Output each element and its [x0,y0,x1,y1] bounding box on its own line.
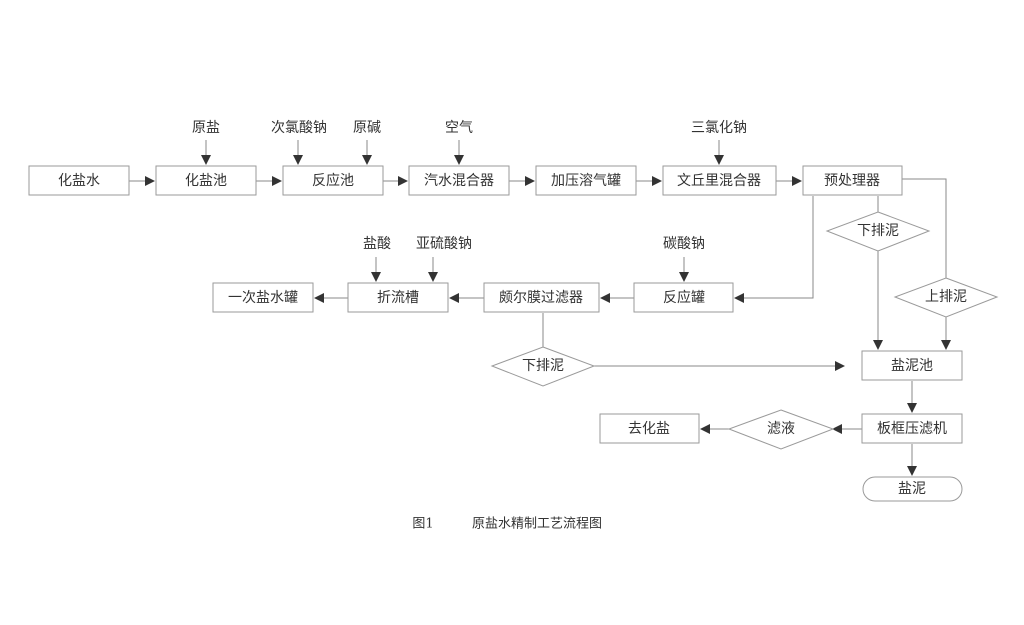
node-zheliucao: 折流槽 [347,282,449,313]
node-label: 化盐水 [58,173,100,189]
node-label: 去化盐 [628,421,670,437]
node-label: 反应池 [312,172,354,189]
input-yuanyan: 原盐 [192,120,220,136]
node-huayanchi: 化盐池 [155,165,257,196]
decision-label: 上排泥 [925,289,967,305]
node-bankuang-yalvji: 板框压滤机 [861,413,963,444]
node-label: 预处理器 [824,173,880,189]
decision-label: 滤液 [767,421,795,437]
node-label: 汽水混合器 [424,173,494,189]
node-label: 板框压滤机 [877,421,947,437]
input-kongqi: 空气 [445,120,473,136]
node-label: 折流槽 [377,290,419,306]
input-yaliusuanna: 亚硫酸钠 [416,236,472,252]
node-label: 反应罐 [663,289,705,306]
node-fanyingchi: 反应池 [282,165,384,196]
figure-title: 原盐水精制工艺流程图 [472,517,602,532]
decision-label: 下排泥 [857,223,899,239]
decision-xiapaini-2: 下排泥 [490,346,596,387]
node-label: 颇尔膜过滤器 [499,289,583,306]
decision-label: 下排泥 [522,358,564,374]
node-poer-mo-guolvqi: 颇尔膜过滤器 [483,282,600,313]
input-tansuanna: 碳酸钠 [663,236,705,252]
node-jiaya-rongqiguan: 加压溶气罐 [535,165,637,196]
node-label: 加压溶气罐 [551,173,621,189]
node-fanyingguan: 反应罐 [633,282,734,313]
node-qu-huayan: 去化盐 [599,413,700,444]
edge-yuchuli-fanyingguan [734,196,814,303]
node-yici-yanshuiguan: 一次盐水罐 [212,282,314,313]
figure-number: 图1 [412,517,433,532]
decision-lvye: 滤液 [727,409,835,450]
decision-xiapaini-1: 下排泥 [825,211,931,252]
node-wenqiuli-hunheqi: 文丘里混合器 [662,165,777,196]
input-sanlvhuana: 三氯化钠 [691,120,747,136]
node-label: 盐泥 [898,481,926,497]
node-yannichi: 盐泥池 [861,350,963,381]
flowchart: 化盐水 化盐池 反应池 汽水混合器 加压溶气罐 文丘里混合器 预处理器 原盐 次… [28,120,999,532]
node-qishui-hunheqi: 汽水混合器 [408,165,510,196]
node-label: 一次盐水罐 [228,290,298,306]
node-label: 盐泥池 [891,358,933,374]
input-yuanjian: 原碱 [353,120,381,136]
terminal-yanni: 盐泥 [862,476,963,502]
node-label: 化盐池 [185,173,227,189]
node-label: 文丘里混合器 [677,173,761,189]
input-cilvsuanna: 次氯酸钠 [271,120,327,136]
node-huayanshui: 化盐水 [28,165,130,196]
decision-shangpaini: 上排泥 [893,277,999,318]
node-yuchuliqi: 预处理器 [802,165,903,196]
input-yansuan: 盐酸 [363,236,391,252]
